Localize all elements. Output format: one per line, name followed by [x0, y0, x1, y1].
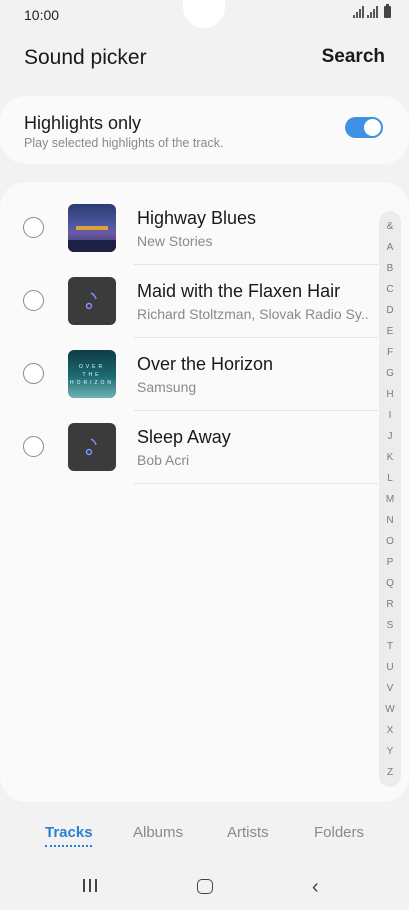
tab-artists[interactable]: Artists	[227, 824, 269, 841]
track-row[interactable]: Maid with the Flaxen Hair Richard Stoltz…	[0, 255, 378, 338]
index-letter[interactable]: T	[379, 641, 401, 652]
signal-icon-secondary	[367, 6, 378, 18]
index-letter[interactable]: L	[379, 473, 401, 484]
track-row[interactable]: Sleep Away Bob Acri	[0, 401, 378, 484]
radio-button[interactable]	[23, 436, 44, 457]
radio-button[interactable]	[23, 217, 44, 238]
index-letter[interactable]: J	[379, 431, 401, 442]
home-icon[interactable]	[197, 879, 213, 894]
index-letter[interactable]: P	[379, 557, 401, 568]
index-letter[interactable]: H	[379, 389, 401, 400]
search-button[interactable]: Search	[322, 46, 385, 68]
page-title: Sound picker	[24, 46, 147, 69]
alphabet-index-scroller[interactable]: & A B C D E F G H I J K L M N O P Q R S T U V W X Y Z	[379, 211, 401, 787]
index-letter[interactable]: E	[379, 326, 401, 337]
status-time: 10:00	[24, 7, 60, 23]
bottom-tabs: Tracks Albums Artists Folders	[0, 812, 409, 856]
tab-active-indicator	[45, 845, 92, 847]
tab-tracks[interactable]: Tracks	[45, 824, 93, 841]
index-letter[interactable]: F	[379, 347, 401, 358]
index-letter[interactable]: &	[379, 221, 401, 232]
index-letter[interactable]: W	[379, 704, 401, 715]
system-nav-bar: ‹	[0, 862, 409, 910]
index-letter[interactable]: M	[379, 494, 401, 505]
header: Sound picker Search	[0, 36, 409, 80]
radio-button[interactable]	[23, 290, 44, 311]
track-title: Sleep Away	[137, 427, 231, 447]
status-icons	[353, 4, 391, 18]
index-letter[interactable]: X	[379, 725, 401, 736]
music-note-icon	[68, 277, 116, 325]
index-letter[interactable]: S	[379, 620, 401, 631]
track-artist: Richard Stoltzman, Slovak Radio Sy..	[137, 306, 369, 322]
divider	[134, 483, 378, 484]
index-letter[interactable]: I	[379, 410, 401, 421]
index-letter[interactable]: U	[379, 662, 401, 673]
album-art-highway-blues	[68, 204, 116, 252]
track-artist: New Stories	[137, 233, 213, 249]
track-artist: Bob Acri	[137, 452, 190, 468]
track-title: Maid with the Flaxen Hair	[137, 281, 341, 301]
index-letter[interactable]: Z	[379, 767, 401, 778]
index-letter[interactable]: Q	[379, 578, 401, 589]
index-letter[interactable]: R	[379, 599, 401, 610]
index-letter[interactable]: K	[379, 452, 401, 463]
index-letter[interactable]: C	[379, 284, 401, 295]
index-letter[interactable]: O	[379, 536, 401, 547]
highlights-card[interactable]: Highlights only Play selected highlights…	[0, 96, 409, 164]
highlights-subtitle: Play selected highlights of the track.	[24, 136, 224, 150]
track-list: Highway Blues New Stories Maid with the …	[0, 182, 409, 802]
track-row[interactable]: OVER THE HORIZON Over the Horizon Samsun…	[0, 328, 378, 411]
music-note-icon	[68, 423, 116, 471]
tab-albums[interactable]: Albums	[133, 824, 183, 841]
track-title: Over the Horizon	[137, 354, 274, 374]
index-letter[interactable]: B	[379, 263, 401, 274]
battery-icon	[384, 4, 391, 18]
tab-folders[interactable]: Folders	[314, 824, 364, 841]
highlights-toggle[interactable]	[345, 117, 383, 138]
index-letter[interactable]: Y	[379, 746, 401, 757]
album-art-over-the-horizon: OVER THE HORIZON	[68, 350, 116, 398]
recent-apps-icon[interactable]	[83, 879, 97, 892]
index-letter[interactable]: N	[379, 515, 401, 526]
back-icon[interactable]: ‹	[312, 876, 319, 899]
toggle-knob	[364, 119, 381, 136]
index-letter[interactable]: G	[379, 368, 401, 379]
highlights-title: Highlights only	[24, 113, 142, 133]
index-letter[interactable]: A	[379, 242, 401, 253]
radio-button[interactable]	[23, 363, 44, 384]
camera-notch	[183, 0, 225, 28]
index-letter[interactable]: V	[379, 683, 401, 694]
track-title: Highway Blues	[137, 208, 257, 228]
track-artist: Samsung	[137, 379, 197, 395]
track-row[interactable]: Highway Blues New Stories	[0, 182, 378, 265]
index-letter[interactable]: D	[379, 305, 401, 316]
status-bar: 10:00	[0, 0, 409, 32]
signal-icon	[353, 6, 364, 18]
